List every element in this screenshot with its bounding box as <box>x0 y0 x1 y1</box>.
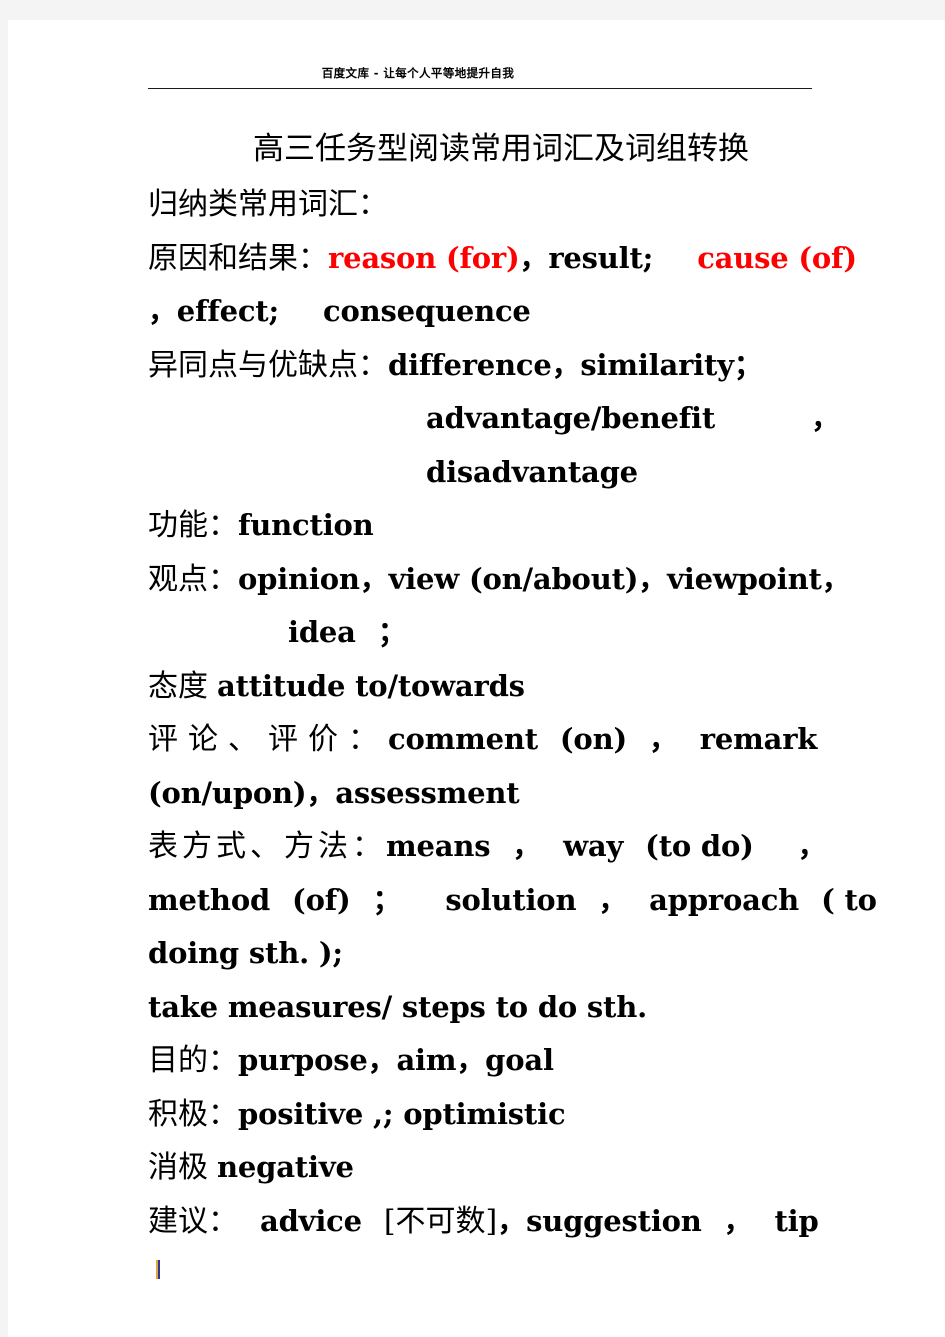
document-title: 高三任务型阅读常用词汇及词组转换 <box>148 122 824 181</box>
document-body: 高三任务型阅读常用词汇及词组转换 归纳类常用词汇： 原因和结果：reason (… <box>148 122 877 1251</box>
term-result: result; <box>548 240 654 275</box>
sep-comma-8: ， <box>723 1203 753 1238</box>
sep-comma-6: ， <box>598 882 628 917</box>
term-effect: ，effect; <box>148 294 280 328</box>
entry-compare-line3: disadvantage <box>148 448 824 502</box>
entry-negative-label: 消极 <box>148 1150 208 1185</box>
section-heading: 归纳类常用词汇： <box>148 181 824 234</box>
entry-advice: 建议： advice [不可数]，suggestion， tip <box>148 1197 824 1251</box>
term-solution: solution <box>445 882 577 917</box>
entry-means-line4: take measures/ steps to do sth. <box>148 983 824 1037</box>
running-header: 百度文库 - 让每个人平等地提升自我 <box>8 62 828 81</box>
term-function: function <box>238 508 374 542</box>
entry-cause-effect-label: 原因和结果： <box>148 240 328 276</box>
header-divider-rule <box>148 88 812 89</box>
term-disadvantage: disadvantage <box>426 454 638 489</box>
term-negative: negative <box>217 1150 354 1184</box>
entry-comment-label: 评论、评价： <box>148 722 388 757</box>
term-approach: approach <box>649 882 800 917</box>
sep-comma-3: ， <box>648 722 678 756</box>
terms-purpose-aim-goal: purpose，aim，goal <box>238 1043 554 1077</box>
sep-comma-7: ， <box>497 1203 527 1238</box>
term-approach-to: ( to <box>821 882 877 917</box>
phrase-take-measures-steps: take measures/ steps to do sth. <box>148 989 648 1024</box>
term-remark: remark <box>699 722 818 756</box>
terms-difference-similarity: difference，similarity； <box>388 347 763 382</box>
term-method-of: (of) <box>292 882 351 917</box>
term-doing-sth: doing sth. ); <box>148 936 343 970</box>
entry-means-line2: method (of) ； solution ， approach ( to <box>148 876 877 930</box>
sep-comma-5: ， <box>797 829 827 863</box>
entry-purpose-label: 目的： <box>148 1043 238 1078</box>
entry-opinion-line2: idea ； <box>148 608 824 662</box>
entry-purpose: 目的：purpose，aim，goal <box>148 1036 824 1090</box>
entry-cause-effect-line1: 原因和结果：reason (for)，result; cause (of) <box>148 234 857 288</box>
term-idea: idea <box>288 615 356 649</box>
term-way: way <box>563 829 624 863</box>
entry-opinion-label: 观点： <box>148 561 238 597</box>
terms-positive-optimistic: positive ,; optimistic <box>238 1096 566 1131</box>
entry-attitude-label: 态度 <box>148 668 208 704</box>
document-page: 百度文库 - 让每个人平等地提升自我 高三任务型阅读常用词汇及词组转换 归纳类常… <box>8 20 945 1337</box>
entry-function: 功能：function <box>148 501 824 555</box>
entry-compare-label: 异同点与优缺点： <box>148 347 388 383</box>
entry-advice-label: 建议： <box>148 1203 238 1239</box>
entry-means-label: 表方式、方法： <box>148 829 386 864</box>
text-caret-marker[interactable] <box>156 1260 160 1279</box>
term-comment: comment <box>388 722 538 756</box>
entry-opinion-line1: 观点：opinion，view (on/about)，viewpoint， <box>148 555 851 609</box>
entry-comment-line2: (on/upon)，assessment <box>148 769 824 823</box>
term-tip: tip <box>774 1203 819 1238</box>
entry-positive-label: 积极： <box>148 1096 238 1132</box>
term-reason-for: reason (for) <box>328 240 520 275</box>
term-cause-of: cause (of) <box>697 240 857 275</box>
sep-semicolon-1: ； <box>377 615 407 649</box>
entry-cause-effect-line2: ，effect; consequence <box>148 287 824 341</box>
section-heading-text: 归纳类常用词汇： <box>148 187 388 222</box>
entry-means-line1: 表方式、方法：means ， way (to do) ， <box>148 822 827 876</box>
terms-on-upon-assessment: (on/upon)，assessment <box>148 775 520 810</box>
baidu-wenku-watermark: 百度文库 - 让每个人平等地提升自我 <box>321 66 515 80</box>
note-uncountable: [不可数] <box>383 1203 498 1239</box>
term-means: means <box>386 829 491 863</box>
term-way-to-do: (to do) <box>645 829 754 863</box>
document-title-text: 高三任务型阅读常用词汇及词组转换 <box>253 131 749 167</box>
entry-positive: 积极：positive ,; optimistic <box>148 1090 824 1144</box>
term-advantage-benefit: advantage/benefit <box>426 401 716 435</box>
sep-comma-1: ， <box>519 240 549 275</box>
terms-opinion-view-viewpoint: opinion，view (on/about)，viewpoint， <box>238 561 851 596</box>
entry-compare-line1: 异同点与优缺点：difference，similarity； <box>148 341 824 395</box>
sep-comma-4: ， <box>512 829 542 863</box>
entry-comment-line1: 评论、评价：comment (on) ， remark <box>148 715 824 769</box>
entry-compare-line2: advantage/benefit ， <box>148 394 840 448</box>
term-attitude-to-towards: attitude to/towards <box>217 668 525 703</box>
entry-means-line3: doing sth. ); <box>148 929 824 983</box>
term-suggestion: suggestion <box>526 1203 702 1238</box>
term-method: method <box>148 882 271 917</box>
sep-semicolon-2: ； <box>372 882 402 917</box>
entry-negative: 消极 negative <box>148 1143 824 1197</box>
term-consequence: consequence <box>323 294 531 328</box>
term-advice: advice <box>260 1203 362 1238</box>
entry-function-label: 功能： <box>148 508 238 543</box>
term-comment-on: (on) <box>559 722 627 756</box>
sep-comma-2: ， <box>811 401 840 435</box>
entry-attitude: 态度 attitude to/towards <box>148 662 824 716</box>
